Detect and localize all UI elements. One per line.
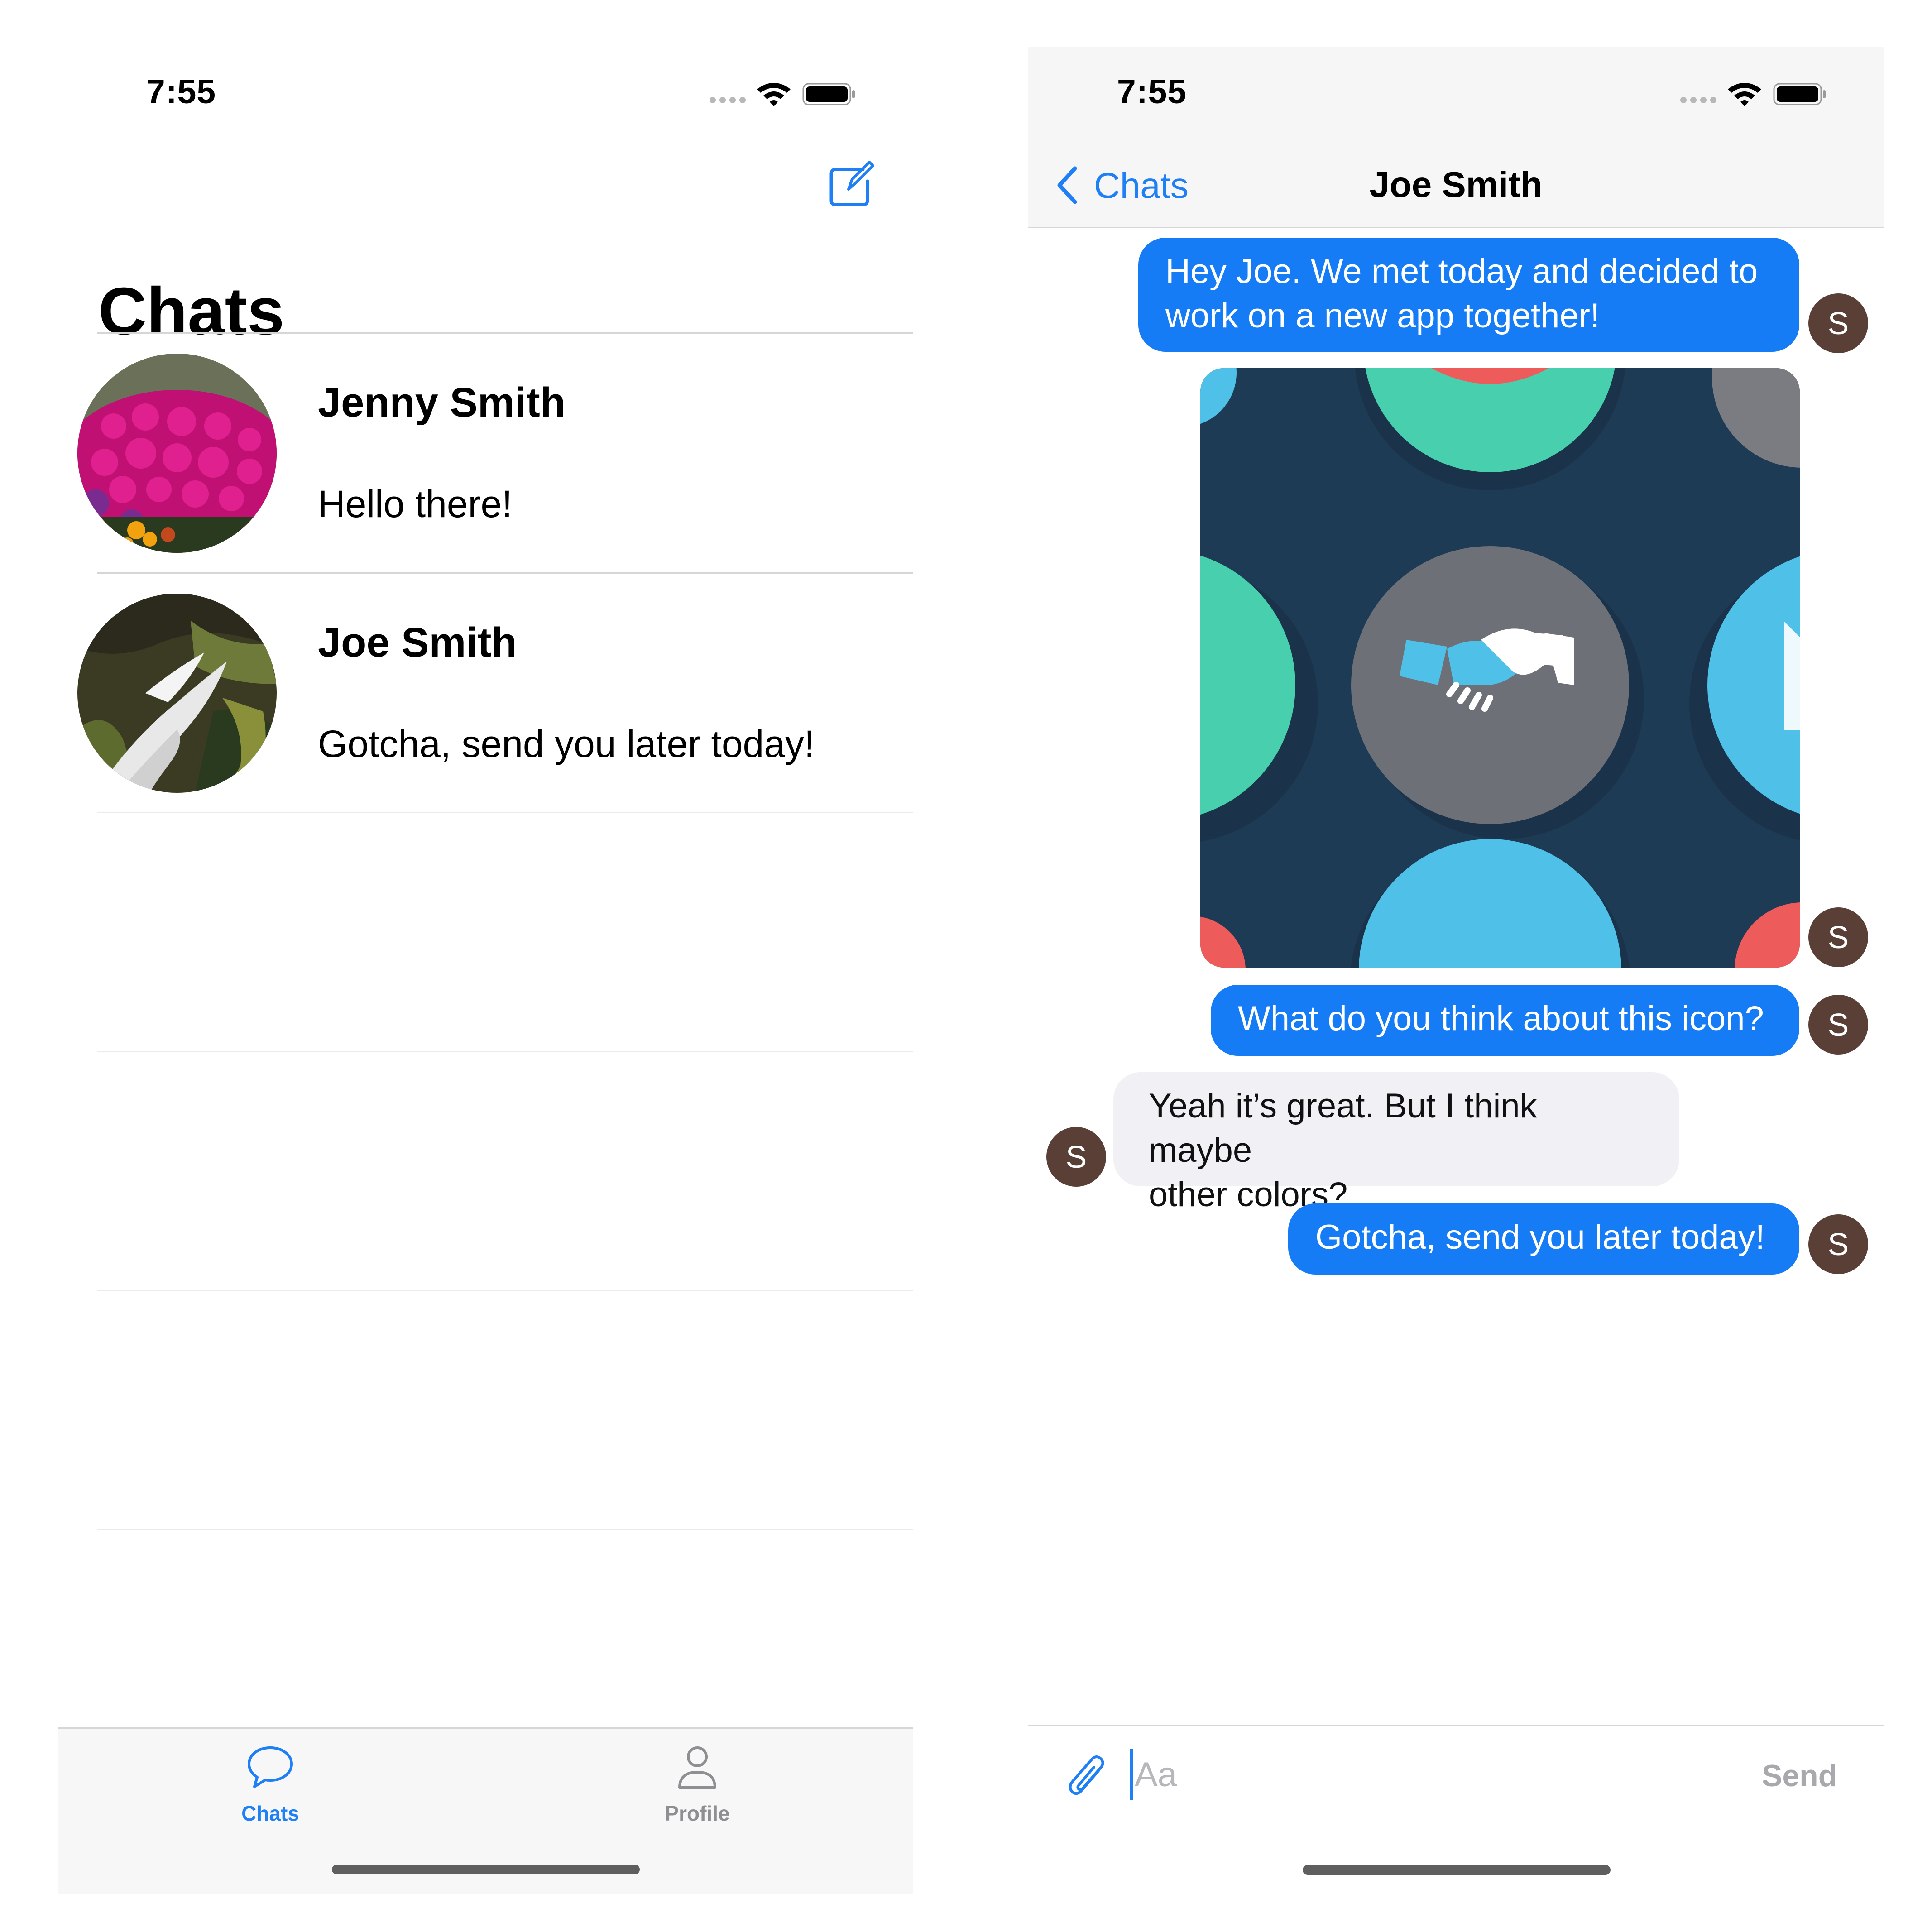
message-input[interactable]	[1130, 1749, 1679, 1800]
compose-icon[interactable]	[826, 159, 876, 209]
message-line: work on a new app together!	[1165, 297, 1600, 335]
image-message[interactable]	[1200, 368, 1800, 968]
signal-icon	[710, 97, 746, 103]
message-line: Yeah it’s great. But I think maybe	[1149, 1087, 1537, 1170]
divider	[97, 812, 913, 813]
home-indicator	[1303, 1865, 1611, 1875]
chat-preview: Gotcha, send you later today!	[318, 723, 815, 765]
chat-row-joe-smith[interactable]: Joe Smith Gotcha, send you later today!	[58, 574, 913, 813]
avatar: S	[1808, 1214, 1868, 1274]
conversation-screen: 7:55 Chats Joe Smith Hey Joe. We met tod…	[1028, 47, 1884, 1894]
chat-name: Joe Smith	[318, 619, 517, 666]
message-bubble-incoming: Yeah it’s great. But I think maybe other…	[1113, 1072, 1679, 1214]
handshake-pattern-image	[1200, 368, 1800, 968]
home-indicator	[332, 1865, 640, 1874]
chat-name: Jenny Smith	[318, 379, 566, 426]
avatar: S	[1808, 293, 1868, 353]
avatar	[77, 594, 277, 793]
avatar: S	[1046, 1127, 1106, 1187]
person-icon	[678, 1746, 716, 1789]
avatar: S	[1808, 995, 1868, 1055]
avatar: S	[1808, 907, 1868, 967]
paperclip-icon[interactable]	[1067, 1754, 1107, 1803]
message-bubble-outgoing: Gotcha, send you later today!	[1288, 1203, 1799, 1275]
chat-row-jenny-smith[interactable]: Jenny Smith Hello there!	[58, 334, 913, 573]
status-time: 7:55	[1117, 72, 1187, 110]
battery-icon	[802, 83, 855, 105]
message-composer: Send	[1028, 1725, 1884, 1894]
divider	[97, 1290, 913, 1291]
status-time: 7:55	[146, 72, 216, 110]
flowers-photo	[77, 354, 277, 553]
chat-preview: Hello there!	[318, 483, 513, 525]
battery-icon	[1773, 83, 1826, 105]
wifi-icon	[757, 83, 791, 106]
divider	[97, 1529, 913, 1530]
conversation-title: Joe Smith	[1369, 164, 1543, 205]
waterfall-photo	[77, 594, 277, 793]
tab-chats[interactable]: Chats	[202, 1742, 338, 1833]
tab-label: Chats	[241, 1802, 299, 1825]
tab-bar: Chats Profile	[58, 1727, 913, 1894]
message-line: Hey Joe. We met today and decided to	[1165, 252, 1758, 291]
message-bubble-outgoing: Hey Joe. We met today and decided to wor…	[1138, 238, 1799, 352]
status-icons	[710, 83, 855, 106]
signal-icon	[1680, 97, 1716, 103]
chat-bubble-icon	[248, 1746, 293, 1788]
chats-list-screen: 7:55 Chats Jenny Smith Hello there! Joe …	[58, 47, 913, 1894]
wifi-icon	[1728, 83, 1761, 106]
avatar	[77, 354, 277, 553]
status-icons	[1680, 83, 1826, 106]
divider	[97, 1051, 913, 1052]
send-button[interactable]: Send	[1762, 1758, 1837, 1793]
tab-label: Profile	[665, 1802, 730, 1825]
message-bubble-outgoing: What do you think about this icon?	[1211, 985, 1799, 1056]
tab-profile[interactable]: Profile	[629, 1742, 765, 1833]
